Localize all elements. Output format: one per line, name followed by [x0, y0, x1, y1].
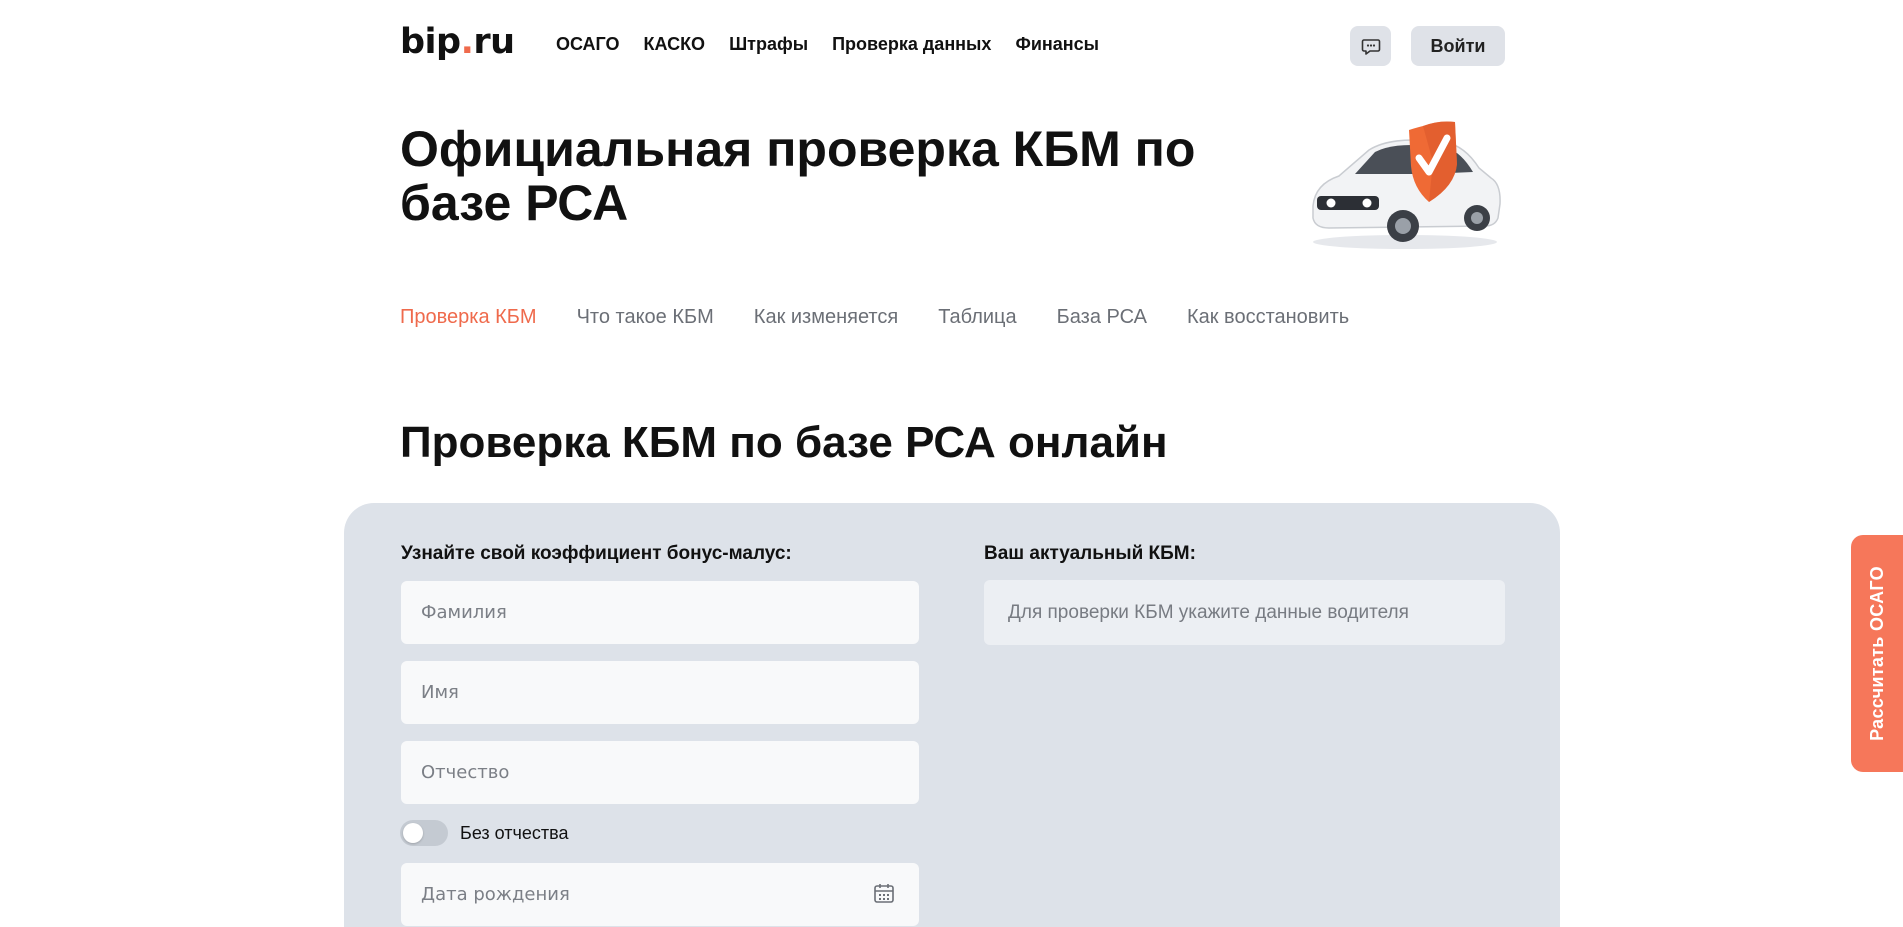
no-middle-name-toggle[interactable] — [400, 820, 448, 846]
car-with-shield-check-icon — [1312, 121, 1501, 249]
login-button[interactable]: Войти — [1411, 26, 1505, 66]
nav-item-data-check[interactable]: Проверка данных — [832, 34, 991, 55]
nav-item-finance[interactable]: Финансы — [1015, 34, 1099, 55]
form-label: Узнайте свой коэффициент бонус-малус: — [401, 543, 792, 564]
nav-item-kasko[interactable]: КАСКО — [644, 34, 706, 55]
nav-item-fines[interactable]: Штрафы — [729, 34, 808, 55]
logo-dot: . — [460, 22, 474, 62]
first-name-input[interactable] — [401, 661, 919, 724]
logo-text: bip — [400, 22, 461, 62]
no-middle-name-label: Без отчества — [460, 822, 569, 843]
nav-item-osago[interactable]: ОСАГО — [556, 34, 620, 55]
tab-what-is-kbm[interactable]: Что такое КБМ — [577, 306, 714, 329]
chat-button[interactable] — [1350, 26, 1391, 66]
anchor-tabs: Проверка КБМ Что такое КБМ Как изменяетс… — [400, 306, 1349, 329]
tab-table[interactable]: Таблица — [938, 306, 1016, 329]
logo[interactable]: bip.ru — [400, 22, 515, 62]
birth-date-input[interactable] — [401, 863, 919, 926]
site-header: bip.ru ОСАГО КАСКО Штрафы Проверка данны… — [400, 0, 1505, 92]
calculate-osago-side-button[interactable]: Рассчитать ОСАГО — [1851, 535, 1903, 772]
tab-how-changes[interactable]: Как изменяется — [754, 306, 898, 329]
last-name-input[interactable] — [401, 581, 919, 644]
calculate-osago-label: Рассчитать ОСАГО — [1866, 566, 1887, 741]
tab-how-restore[interactable]: Как восстановить — [1187, 306, 1349, 329]
section-title: Проверка КБМ по базе РСА онлайн — [400, 418, 1168, 467]
no-middle-name-row: Без отчества — [400, 820, 569, 846]
result-label: Ваш актуальный КБМ: — [984, 543, 1196, 564]
tab-kbm-check[interactable]: Проверка КБМ — [400, 306, 537, 329]
kbm-result-text: Для проверки КБМ укажите данные водителя — [1008, 601, 1409, 623]
toggle-knob — [403, 823, 423, 843]
main-nav: ОСАГО КАСКО Штрафы Проверка данных Финан… — [556, 34, 1099, 55]
chat-icon — [1361, 39, 1380, 55]
tab-rsa-base[interactable]: База РСА — [1057, 306, 1147, 329]
middle-name-input[interactable] — [401, 741, 919, 804]
kbm-result-box: Для проверки КБМ укажите данные водителя — [984, 580, 1505, 645]
page: bip.ru ОСАГО КАСКО Штрафы Проверка данны… — [0, 0, 1903, 927]
logo-suffix: ru — [473, 22, 515, 62]
page-title: Официальная проверка КБМ по базе РСА — [400, 121, 1196, 231]
calendar-icon[interactable] — [873, 882, 895, 904]
